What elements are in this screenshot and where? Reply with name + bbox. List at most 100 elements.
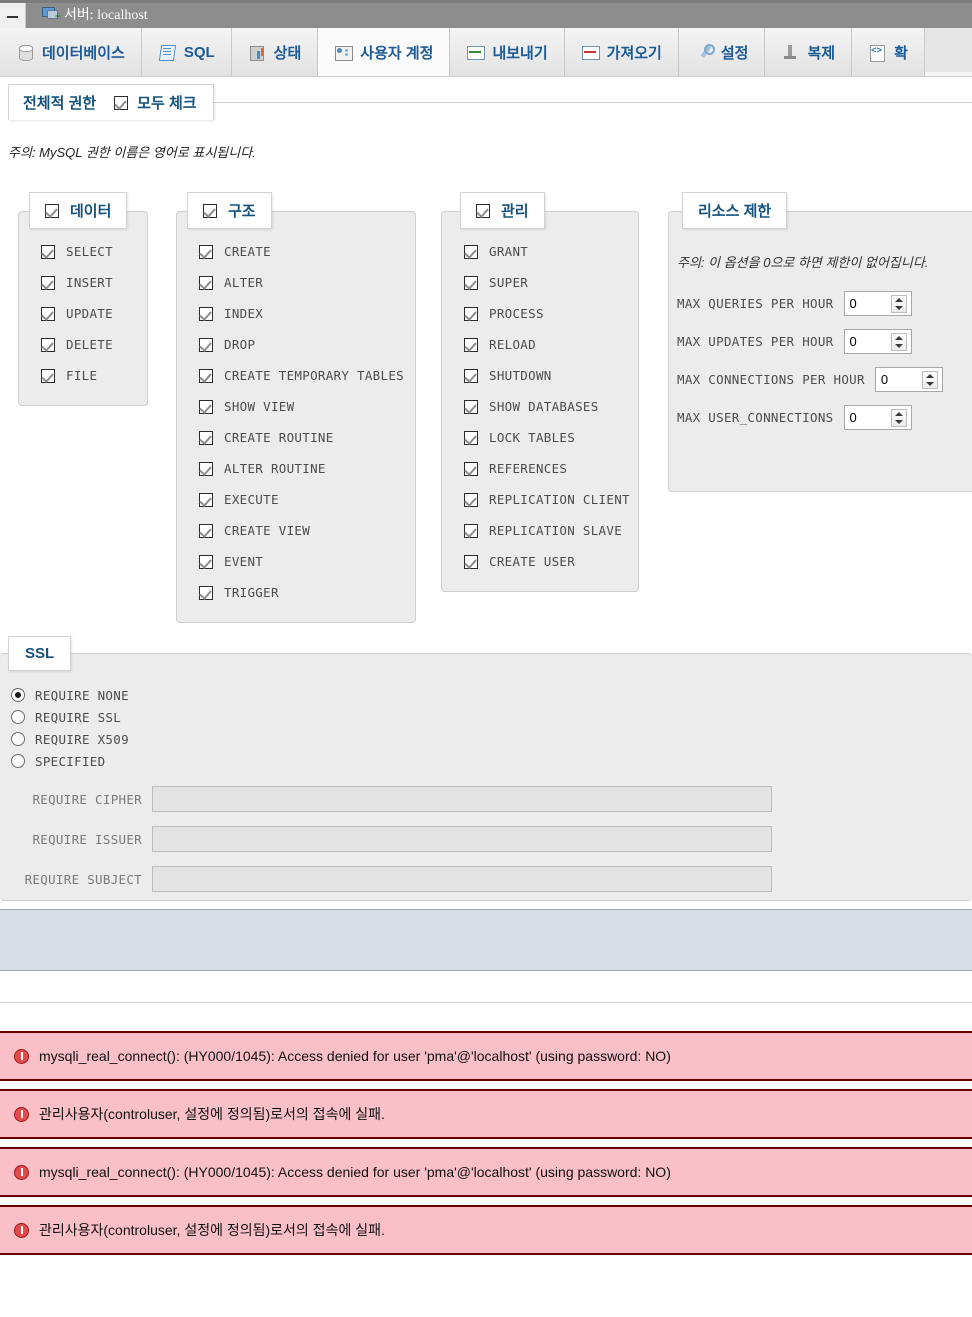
radio-icon[interactable]	[11, 754, 25, 768]
privilege-grant[interactable]: GRANT	[464, 236, 638, 267]
privilege-checkbox[interactable]	[464, 368, 478, 383]
privilege-checkbox[interactable]	[464, 492, 478, 507]
privilege-checkbox[interactable]	[464, 337, 478, 352]
privilege-create-temporary-tables[interactable]: CREATE TEMPORARY TABLES	[199, 360, 415, 391]
radio-icon[interactable]	[11, 732, 25, 746]
privilege-checkbox[interactable]	[41, 337, 55, 352]
privilege-process[interactable]: PROCESS	[464, 298, 638, 329]
radio-icon[interactable]	[11, 710, 25, 724]
tab-databases[interactable]: 데이터베이스	[0, 28, 142, 76]
ssl-option-require-ssl[interactable]: REQUIRE SSL	[11, 706, 972, 728]
privilege-checkbox[interactable]	[41, 368, 55, 383]
privilege-checkbox[interactable]	[464, 306, 478, 321]
privilege-checkbox[interactable]	[464, 554, 478, 569]
fieldset-structure-checkbox[interactable]	[203, 203, 217, 218]
privilege-event[interactable]: EVENT	[199, 546, 415, 577]
privilege-checkbox[interactable]	[41, 275, 55, 290]
privilege-create-user[interactable]: CREATE USER	[464, 546, 638, 577]
privilege-checkbox[interactable]	[464, 523, 478, 538]
tab-status[interactable]: 상태	[231, 28, 319, 76]
privilege-create-view[interactable]: CREATE VIEW	[199, 515, 415, 546]
privilege-checkbox[interactable]	[464, 275, 478, 290]
privilege-checkbox[interactable]	[464, 461, 478, 476]
privilege-checkbox[interactable]	[199, 430, 213, 445]
ssl-option-require-none[interactable]: REQUIRE NONE	[11, 684, 972, 706]
tab-user-accounts[interactable]: 사용자 계정	[318, 28, 451, 76]
privilege-create-routine[interactable]: CREATE ROUTINE	[199, 422, 415, 453]
tab-settings[interactable]: 설정	[678, 28, 766, 76]
privilege-alter-routine[interactable]: ALTER ROUTINE	[199, 453, 415, 484]
privilege-references[interactable]: REFERENCES	[464, 453, 638, 484]
privilege-reload[interactable]: RELOAD	[464, 329, 638, 360]
fieldset-data-checkbox[interactable]	[45, 203, 59, 218]
max-updates-per-hour-input[interactable]	[844, 333, 885, 350]
privilege-show-databases[interactable]: SHOW DATABASES	[464, 391, 638, 422]
privilege-create[interactable]: CREATE	[199, 236, 415, 267]
minimize-button[interactable]	[0, 0, 26, 28]
privilege-checkbox[interactable]	[199, 337, 213, 352]
check-all-checkbox[interactable]	[114, 95, 129, 110]
ssl-option-specified[interactable]: SPECIFIED	[11, 750, 972, 772]
privilege-checkbox[interactable]	[199, 554, 213, 569]
fieldset-administration-legend[interactable]: 관리	[460, 192, 545, 229]
privilege-checkbox[interactable]	[464, 430, 478, 445]
max-queries-per-hour-stepper[interactable]	[843, 291, 912, 316]
max-user-connections-stepper[interactable]	[843, 405, 912, 430]
privilege-show-view[interactable]: SHOW VIEW	[199, 391, 415, 422]
privilege-insert[interactable]: INSERT	[41, 267, 147, 298]
privilege-checkbox[interactable]	[199, 523, 213, 538]
privilege-update[interactable]: UPDATE	[41, 298, 147, 329]
max-connections-per-hour-input[interactable]	[875, 371, 916, 388]
stepper-arrows-icon[interactable]	[890, 333, 907, 351]
main-tab-bar[interactable]: 데이터베이스 SQL 상태 사용자 계정 내보내기 가져오기 설정 복제 확	[0, 28, 972, 77]
privilege-replication-client[interactable]: REPLICATION CLIENT	[464, 484, 638, 515]
tab-sql[interactable]: SQL	[141, 28, 232, 76]
privilege-checkbox[interactable]	[199, 275, 213, 290]
privilege-execute[interactable]: EXECUTE	[199, 484, 415, 515]
tab-charsets[interactable]: 확	[852, 28, 925, 76]
privilege-checkbox[interactable]	[199, 368, 213, 383]
privilege-drop[interactable]: DROP	[199, 329, 415, 360]
privilege-index[interactable]: INDEX	[199, 298, 415, 329]
fieldset-resource-limits-title: 리소스 제한	[698, 203, 772, 220]
fieldset-structure-legend[interactable]: 구조	[187, 192, 272, 229]
radio-icon[interactable]	[11, 688, 25, 702]
require-issuer-input[interactable]	[152, 826, 772, 852]
require-cipher-input[interactable]	[152, 786, 772, 812]
tab-import[interactable]: 가져오기	[564, 28, 679, 76]
privilege-lock-tables[interactable]: LOCK TABLES	[464, 422, 638, 453]
global-privileges-title: 전체적 권한	[23, 95, 97, 112]
max-connections-per-hour-stepper[interactable]	[874, 367, 943, 392]
tab-export[interactable]: 내보내기	[450, 28, 565, 76]
privilege-alter[interactable]: ALTER	[199, 267, 415, 298]
privilege-shutdown[interactable]: SHUTDOWN	[464, 360, 638, 391]
privilege-checkbox[interactable]	[199, 461, 213, 476]
ssl-option-require-x509[interactable]: REQUIRE X509	[11, 728, 972, 750]
stepper-arrows-icon[interactable]	[921, 371, 938, 389]
max-queries-per-hour-input[interactable]	[844, 295, 885, 312]
privilege-checkbox[interactable]	[199, 585, 213, 600]
privilege-checkbox[interactable]	[41, 244, 55, 259]
fieldset-data-legend[interactable]: 데이터	[29, 192, 128, 229]
privilege-checkbox[interactable]	[199, 244, 213, 259]
privilege-replication-slave[interactable]: REPLICATION SLAVE	[464, 515, 638, 546]
stepper-arrows-icon[interactable]	[890, 295, 907, 313]
privilege-select[interactable]: SELECT	[41, 236, 147, 267]
privilege-checkbox[interactable]	[199, 492, 213, 507]
max-user-connections-input[interactable]	[844, 409, 885, 426]
stepper-arrows-icon[interactable]	[890, 409, 907, 427]
fieldset-administration-checkbox[interactable]	[476, 203, 490, 218]
privilege-checkbox[interactable]	[199, 306, 213, 321]
privilege-super[interactable]: SUPER	[464, 267, 638, 298]
require-subject-input[interactable]	[152, 866, 772, 892]
privilege-checkbox[interactable]	[464, 399, 478, 414]
privilege-checkbox[interactable]	[41, 306, 55, 321]
check-all-control[interactable]: 모두 체크	[114, 92, 197, 113]
privilege-trigger[interactable]: TRIGGER	[199, 577, 415, 608]
max-updates-per-hour-stepper[interactable]	[843, 329, 912, 354]
privilege-file[interactable]: FILE	[41, 360, 147, 391]
privilege-delete[interactable]: DELETE	[41, 329, 147, 360]
tab-replication[interactable]: 복제	[765, 28, 853, 76]
privilege-checkbox[interactable]	[464, 244, 478, 259]
privilege-checkbox[interactable]	[199, 399, 213, 414]
